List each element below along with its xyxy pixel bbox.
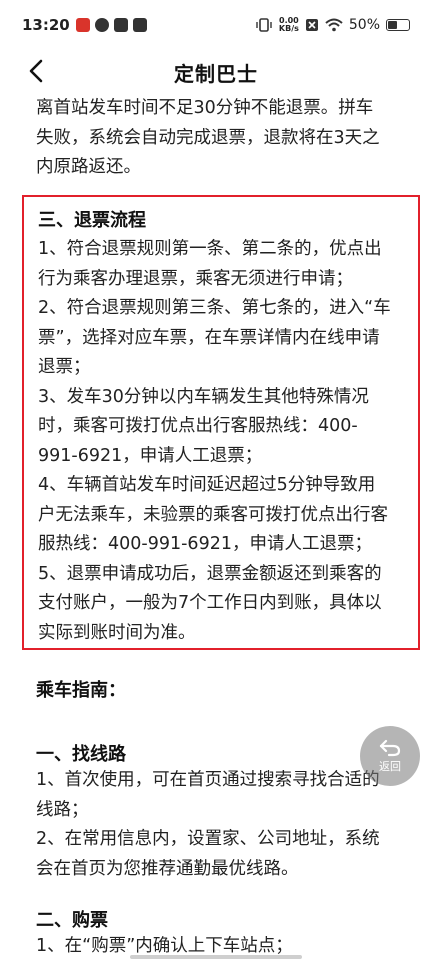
wifi-icon (325, 18, 343, 32)
refund-line: 3、发车30分钟以内车辆发生其他特殊情况 (38, 386, 369, 407)
intro-line: 内原路返还。 (36, 157, 141, 177)
find-route-section: 一、找线路 1、首次使用，可在首页通过搜索寻找合适的 线路； 2、在常用信息内，… (36, 740, 406, 884)
battery-percent: 50% (348, 17, 380, 33)
find-route-line: 2、在常用信息内，设置家、公司地址，系统 (36, 829, 380, 849)
chevron-left-icon (29, 59, 43, 83)
refund-process-title: 三、退票流程 (38, 210, 146, 231)
refund-line: 票”，选择对应车票，在车票详情内在线申请 (38, 327, 380, 348)
vibrate-icon (256, 18, 272, 32)
refund-line: 5、退票申请成功后，退票金额返还到乘客的 (38, 563, 382, 584)
refund-process-box: 三、退票流程 1、符合退票规则第一条、第二条的，优点出 行为乘客办理退票，乘客无… (22, 195, 420, 650)
buy-title: 二、购票 (36, 910, 108, 931)
page-title: 定制巴士 (174, 61, 258, 86)
intro-paragraph: 离首站发车时间不足30分钟不能退票。拼车 失败，系统会自动完成退票，退款将在3天… (0, 94, 432, 183)
return-float-button[interactable]: 返回 (360, 726, 420, 786)
intro-line: 离首站发车时间不足30分钟不能退票。拼车 (36, 98, 374, 118)
refund-line: 行为乘客办理退票，乘客无须进行申请； (38, 268, 353, 289)
back-button[interactable] (22, 56, 52, 86)
status-right: 0.00 KB/s 50% (255, 17, 410, 33)
app-notification-icon (75, 18, 90, 32)
refund-line: 户无法乘车，未验票的乘客可拨打优点出行客 (38, 504, 388, 525)
home-indicator[interactable] (130, 955, 302, 959)
buy-section: 二、购票 1、在“购票”内确认上下车站点； (36, 906, 406, 962)
find-route-line: 线路； (36, 799, 89, 820)
net-speed-unit: KB/s (278, 24, 299, 33)
refund-line: 2、符合退票规则第三条、第七条的，进入“车 (38, 298, 391, 318)
guide-title: 乘车指南： (36, 680, 126, 701)
message-icon (113, 18, 128, 32)
status-bar: 13:20 0.00 KB/s 50% (0, 0, 432, 50)
nav-bar: 定制巴士 (0, 50, 432, 94)
notification-icons (75, 18, 147, 32)
net-speed: 0.00 KB/s (279, 17, 299, 33)
refund-line: 服热线：400-991-6921，申请人工退票； (38, 534, 372, 554)
find-route-line: 1、首次使用，可在首页通过搜索寻找合适的 (36, 770, 380, 790)
guide-section: 乘车指南： (36, 676, 406, 702)
battery-icon (386, 19, 410, 31)
app-notification-icon (94, 18, 109, 32)
refund-line: 支付账户，一般为7个工作日内到账，具体以 (38, 593, 382, 613)
refund-line: 1、符合退票规则第一条、第二条的，优点出 (38, 239, 382, 259)
find-route-line: 会在首页为您推荐通勤最优线路。 (36, 858, 299, 879)
chat-icon (132, 18, 147, 32)
status-time: 13:20 (22, 16, 70, 34)
sim-off-icon (305, 19, 318, 31)
return-arrow-icon (379, 739, 401, 756)
intro-line: 失败，系统会自动完成退票，退款将在3天之 (36, 127, 380, 148)
find-route-title: 一、找线路 (36, 744, 126, 765)
refund-line: 时，乘客可拨打优点出行客服热线：400- (38, 416, 358, 436)
refund-line: 退票； (38, 357, 91, 377)
refund-line: 实际到账时间为准。 (38, 622, 196, 643)
refund-line: 4、车辆首站发车时间延迟超过5分钟导致用 (38, 475, 376, 495)
return-label: 返回 (379, 759, 401, 773)
refund-line: 991-6921，申请人工退票； (38, 445, 263, 466)
